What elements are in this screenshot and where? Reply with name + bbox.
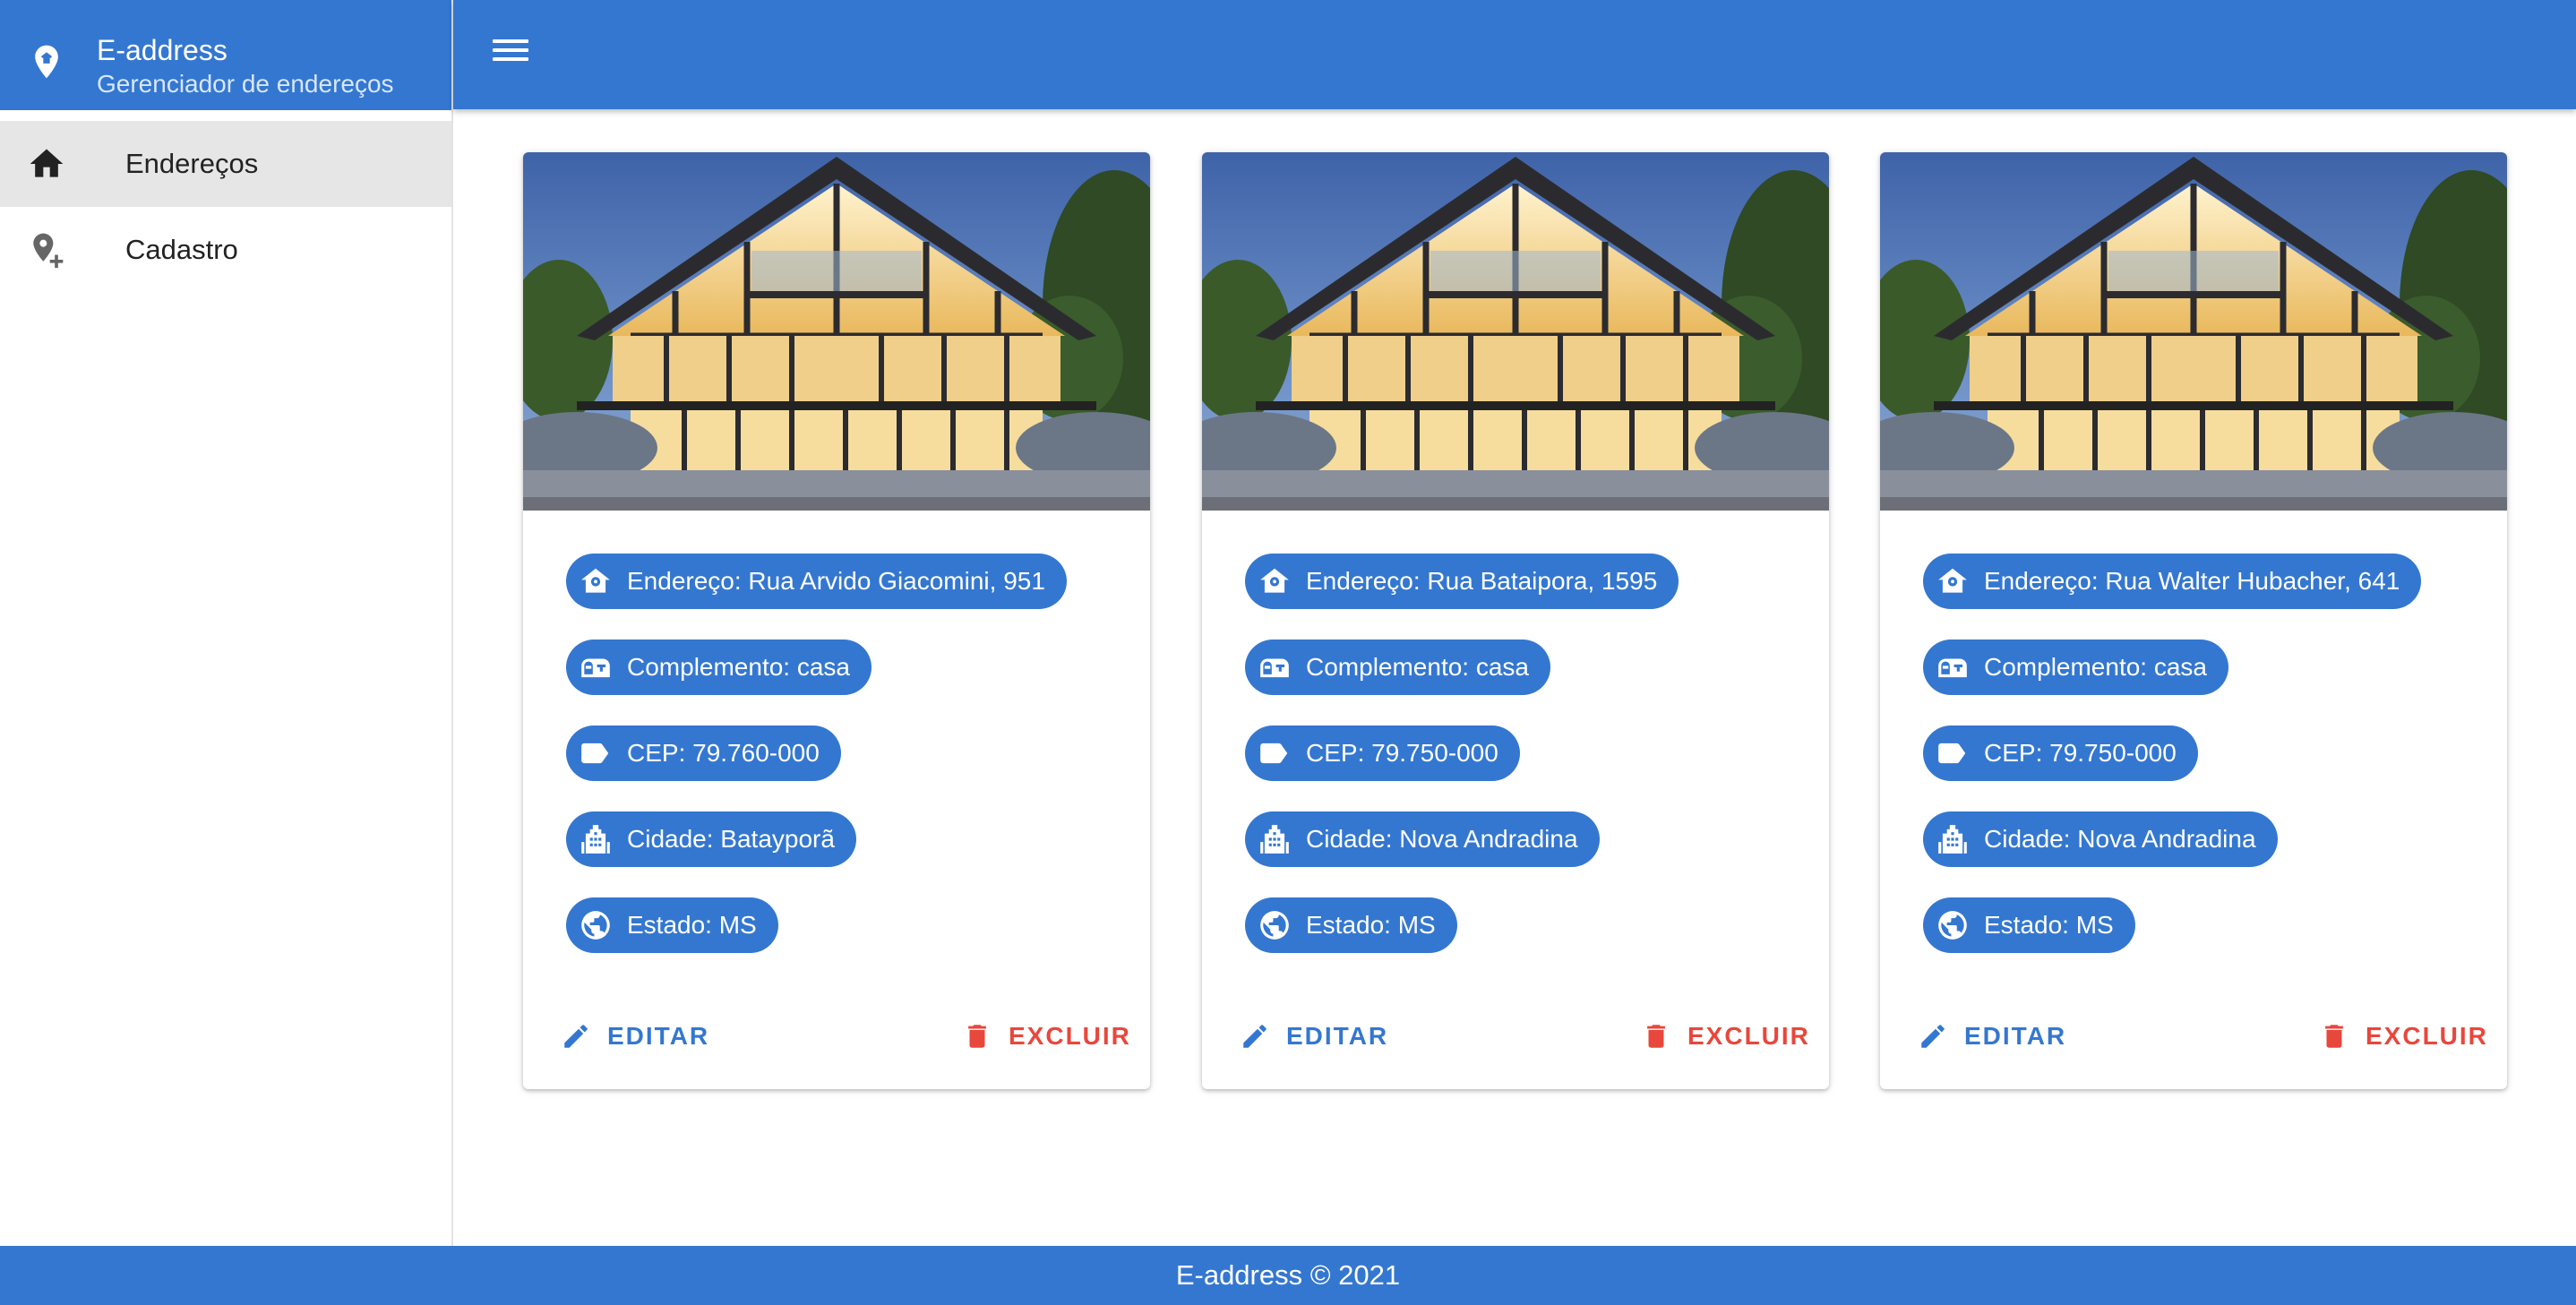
mailbox-icon	[1258, 650, 1292, 684]
house-photo	[1202, 152, 1829, 511]
sidebar-item-cadastro[interactable]: Cadastro	[0, 207, 451, 293]
home-icon	[30, 149, 64, 177]
city-icon	[1258, 822, 1292, 856]
chip-cep: CEP: 79.750-000	[1245, 725, 1520, 781]
mailbox-icon	[579, 650, 613, 684]
chip-endereco: Endereço: Rua Walter Hubacher, 641	[1923, 554, 2422, 609]
app-title: E-address	[97, 34, 228, 66]
sidebar-nav: Endereços Cadastro	[0, 121, 451, 293]
delete-label: EXCLUIR	[1009, 1022, 1131, 1050]
location-pin-logo-icon	[35, 45, 58, 79]
edit-button[interactable]: EDITAR	[1240, 1021, 1388, 1052]
trash-icon	[2319, 1021, 2349, 1052]
delete-label: EXCLUIR	[1687, 1022, 1810, 1050]
chip-text: Cidade: Nova Andradina	[1984, 825, 2256, 853]
globe-icon	[1258, 908, 1292, 942]
edit-label: EDITAR	[1286, 1022, 1389, 1050]
delete-button[interactable]: EXCLUIR	[1641, 1021, 1810, 1052]
address-card: Endereço: Rua Bataipora, 1595 Complement…	[1202, 152, 1829, 1089]
chip-cep: CEP: 79.750-000	[1923, 725, 2198, 781]
chip-complemento: Complemento: casa	[1923, 640, 2229, 695]
edit-label: EDITAR	[607, 1022, 710, 1050]
chip-text: Endereço: Rua Bataipora, 1595	[1306, 567, 1658, 595]
chip-text: CEP: 79.750-000	[1306, 739, 1498, 767]
house-photo	[523, 152, 1150, 511]
pencil-icon	[561, 1021, 591, 1052]
chip-text: CEP: 79.760-000	[627, 739, 820, 767]
chip-text: CEP: 79.750-000	[1984, 739, 2177, 767]
chip-estado: Estado: MS	[566, 897, 778, 953]
globe-icon	[579, 908, 613, 942]
trash-icon	[962, 1021, 992, 1052]
edit-label: EDITAR	[1964, 1022, 2067, 1050]
chip-endereco: Endereço: Rua Bataipora, 1595	[1245, 554, 1679, 609]
chip-text: Endereço: Rua Walter Hubacher, 641	[1984, 567, 2400, 595]
chip-cep: CEP: 79.760-000	[566, 725, 841, 781]
chip-text: Complemento: casa	[1984, 653, 2208, 681]
menu-button[interactable]	[485, 34, 536, 77]
mailbox-icon	[1936, 650, 1970, 684]
chip-text: Complemento: casa	[1306, 653, 1530, 681]
chip-estado: Estado: MS	[1923, 897, 2135, 953]
chip-text: Estado: MS	[1306, 911, 1436, 939]
home-pin-icon	[1258, 564, 1292, 598]
pencil-icon	[1240, 1021, 1270, 1052]
chip-text: Estado: MS	[1984, 911, 2114, 939]
globe-icon	[1936, 908, 1970, 942]
chip-cidade: Cidade: Nova Andradina	[1923, 811, 2278, 867]
sidebar-item-label: Cadastro	[125, 234, 238, 265]
sidebar-item-enderecos[interactable]: Endereços	[0, 121, 451, 207]
chip-text: Endereço: Rua Arvido Giacomini, 951	[627, 567, 1045, 595]
house-photo	[1880, 152, 2507, 511]
chip-cidade: Cidade: Nova Andradina	[1245, 811, 1600, 867]
edit-button[interactable]: EDITAR	[561, 1021, 709, 1052]
footer-text: E-address © 2021	[1175, 1259, 1401, 1291]
delete-button[interactable]: EXCLUIR	[962, 1021, 1131, 1052]
trash-icon	[1641, 1021, 1671, 1052]
delete-label: EXCLUIR	[2366, 1022, 2488, 1050]
delete-button[interactable]: EXCLUIR	[2319, 1021, 2488, 1052]
label-icon	[579, 736, 613, 770]
label-icon	[1936, 736, 1970, 770]
footer: E-address © 2021	[0, 1246, 2576, 1305]
chip-complemento: Complemento: casa	[1245, 640, 1551, 695]
sidebar-item-label: Endereços	[125, 148, 259, 179]
label-icon	[1258, 736, 1292, 770]
edit-button[interactable]: EDITAR	[1918, 1021, 2066, 1052]
city-icon	[1936, 822, 1970, 856]
chip-text: Estado: MS	[627, 911, 757, 939]
pencil-icon	[1918, 1021, 1948, 1052]
chip-estado: Estado: MS	[1245, 897, 1457, 953]
app-bar	[453, 0, 2576, 109]
add-location-icon	[33, 233, 64, 269]
home-pin-icon	[1936, 564, 1970, 598]
city-icon	[579, 822, 613, 856]
chip-complemento: Complemento: casa	[566, 640, 872, 695]
brand-header: E-address Gerenciador de endereços	[0, 0, 451, 110]
chip-endereco: Endereço: Rua Arvido Giacomini, 951	[566, 554, 1067, 609]
app-subtitle: Gerenciador de endereços	[97, 70, 394, 98]
chip-text: Complemento: casa	[627, 653, 851, 681]
chip-cidade: Cidade: Batayporã	[566, 811, 856, 867]
chip-text: Cidade: Nova Andradina	[1306, 825, 1578, 853]
chip-text: Cidade: Batayporã	[627, 825, 835, 853]
home-pin-icon	[579, 564, 613, 598]
address-card: Endereço: Rua Arvido Giacomini, 951 Comp…	[523, 152, 1150, 1089]
address-card: Endereço: Rua Walter Hubacher, 641 Compl…	[1880, 152, 2507, 1089]
menu-icon	[493, 39, 528, 43]
sidebar: E-address Gerenciador de endereços Ender…	[0, 0, 453, 1246]
